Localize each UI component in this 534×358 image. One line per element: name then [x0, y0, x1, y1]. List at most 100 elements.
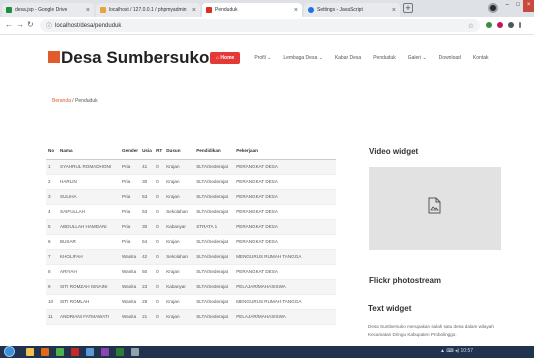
- browser-tab-4[interactable]: Settings - JavaScript ×: [304, 3, 400, 17]
- breadcrumb: Beranda / Penduduk: [52, 98, 98, 104]
- table-cell: SLTA/Sederajat: [194, 189, 235, 205]
- table-cell: 11: [46, 309, 58, 325]
- table-cell: 0: [154, 159, 165, 175]
- table-cell: Krajan: [164, 294, 195, 310]
- table-cell: SULIHA: [58, 189, 120, 205]
- table-cell: SYAHRUL ROMADHONI: [58, 159, 120, 175]
- table-cell: 0: [154, 234, 165, 250]
- table-cell: 54: [140, 234, 155, 250]
- close-icon[interactable]: ×: [192, 7, 196, 14]
- table-cell: Sekolahan: [164, 204, 195, 220]
- browser-tab-2[interactable]: localhost / 127.0.0.1 / phpmyadmin ×: [96, 3, 200, 17]
- system-tray: ▲ ⌨ ◂) 10:57: [440, 348, 474, 354]
- table-cell: SLTA/Sederajat: [194, 309, 235, 325]
- table-cell: 23: [140, 279, 155, 295]
- taskbar-clock[interactable]: 10:57: [461, 348, 474, 354]
- close-icon[interactable]: ×: [294, 7, 298, 14]
- table-row: 4 SAIFULLAH Pria 53 0 Sekolahan SLTA/Sederajat…: [46, 204, 336, 220]
- table-cell: 4: [46, 204, 58, 220]
- info-icon[interactable]: ⓘ: [46, 21, 52, 30]
- table-cell: 30: [140, 219, 155, 235]
- chrome-icon[interactable]: [56, 348, 64, 356]
- table-cell: 41: [140, 159, 155, 175]
- logo-square-icon: [48, 51, 60, 63]
- table-row: 7 KHOLIFAH Wanita 42 0 Sekolahan SLTA/Sederaja…: [46, 249, 336, 265]
- close-icon[interactable]: ×: [86, 7, 90, 14]
- reload-icon[interactable]: ↻: [27, 20, 34, 29]
- start-button[interactable]: [4, 346, 15, 357]
- extension-icon[interactable]: [497, 22, 503, 28]
- table-cell: 1: [46, 159, 58, 175]
- minimize-icon[interactable]: –: [502, 0, 513, 12]
- table-cell: SITI ROMZAH ISNAINI: [58, 279, 120, 295]
- table-cell: PELAJAR/MAHASISWA: [234, 279, 336, 295]
- table-cell: 0: [154, 279, 165, 295]
- close-window-icon[interactable]: ×: [523, 0, 534, 12]
- nav-home-button[interactable]: ⌂ Home: [210, 52, 241, 64]
- new-tab-button[interactable]: +: [403, 3, 413, 13]
- google-drive-icon: [6, 7, 12, 13]
- app-icon[interactable]: [101, 348, 109, 356]
- table-cell: 50: [140, 264, 155, 280]
- nav-item-penduduk[interactable]: Penduduk: [373, 55, 396, 61]
- nav-item-profil[interactable]: Profil ⌄: [254, 55, 271, 61]
- table-cell: PERANGKAT DESA: [234, 159, 336, 175]
- table-row: 3 SULIHA Pria 53 0 Krajan SLTA/Sederajat PERANG…: [46, 189, 336, 205]
- table-cell: SLTA/Sederajat: [194, 294, 235, 310]
- menu-dots-icon[interactable]: [519, 22, 521, 28]
- extension-icon[interactable]: [508, 22, 514, 28]
- site-header: Desa Sumbersuko ⌂ Home Profil ⌄ Lembaga …: [0, 35, 534, 95]
- explorer-icon[interactable]: [26, 348, 34, 356]
- table-row: 6 BUSAR Pria 54 0 Krajan SLTA/Sederajat PERANGK…: [46, 234, 336, 250]
- table-cell: KHOLIFAH: [58, 249, 120, 265]
- table-cell: Pria: [120, 159, 141, 175]
- table-row: 1 SYAHRUL ROMADHONI Pria 41 0 Krajan SLTA/Sede…: [46, 159, 336, 175]
- table-cell: Wanita: [120, 249, 141, 265]
- back-arrow-icon[interactable]: ←: [5, 20, 13, 29]
- text-widget-title: Text widget: [368, 304, 412, 313]
- column-header: Dusun: [164, 143, 195, 160]
- breadcrumb-home-link[interactable]: Beranda: [52, 98, 71, 104]
- app-icon[interactable]: [86, 348, 94, 356]
- table-cell: 6: [46, 234, 58, 250]
- nav-item-kontak[interactable]: Kontak: [473, 55, 489, 61]
- column-header: RT: [154, 143, 165, 160]
- app-icon[interactable]: [71, 348, 79, 356]
- table-cell: 30: [140, 174, 155, 190]
- app-icon[interactable]: [131, 348, 139, 356]
- nav-item-download[interactable]: Download: [439, 55, 461, 61]
- nav-item-kabar-desa[interactable]: Kabar Desa: [335, 55, 361, 61]
- table-cell: PERANGKAT DESA: [234, 264, 336, 280]
- table-cell: SLTA/Sederajat: [194, 204, 235, 220]
- table-cell: 0: [154, 294, 165, 310]
- table-cell: SLTA/Sederajat: [194, 249, 235, 265]
- extension-icons: [486, 22, 521, 28]
- text-widget-body: Desa Sumbersuko merupakan salah satu des…: [368, 324, 494, 337]
- browser-tab-3[interactable]: Penduduk ×: [202, 3, 302, 17]
- nav-item-lembaga-desa[interactable]: Lembaga Desa ⌄: [283, 55, 323, 61]
- url-input[interactable]: ⓘ localhost/desa/penduduk ☆: [40, 19, 480, 32]
- table-row: 9 SITI ROMZAH ISNAINI Wanita 23 0 Kabanyar SLT…: [46, 279, 336, 295]
- nav-item-galeri[interactable]: Galeri ⌄: [408, 55, 427, 61]
- profile-avatar[interactable]: [488, 3, 498, 13]
- table-cell: 5: [46, 219, 58, 235]
- forward-arrow-icon[interactable]: →: [16, 20, 24, 29]
- table-cell: SITI ROMLAH: [58, 294, 120, 310]
- site-brand[interactable]: Desa Sumbersuko: [61, 48, 209, 68]
- maximize-icon[interactable]: □: [513, 0, 524, 12]
- table-cell: ARIYAH: [58, 264, 120, 280]
- app-icon[interactable]: [116, 348, 124, 356]
- bookmark-star-icon[interactable]: ☆: [468, 22, 474, 30]
- table-cell: SLTA/Sederajat: [194, 234, 235, 250]
- phpmyadmin-icon: [100, 7, 106, 13]
- browser-tab-1[interactable]: desa.jsp - Google Drive ×: [2, 3, 94, 17]
- table-cell: PERANGKAT DESA: [234, 219, 336, 235]
- close-icon[interactable]: ×: [392, 7, 396, 14]
- site-favicon-icon: [206, 7, 212, 13]
- table-cell: Krajan: [164, 309, 195, 325]
- extension-icon[interactable]: [486, 22, 492, 28]
- media-player-icon[interactable]: [41, 348, 49, 356]
- document-icon: [428, 197, 441, 214]
- video-placeholder[interactable]: [369, 167, 501, 250]
- table-cell: Pria: [120, 189, 141, 205]
